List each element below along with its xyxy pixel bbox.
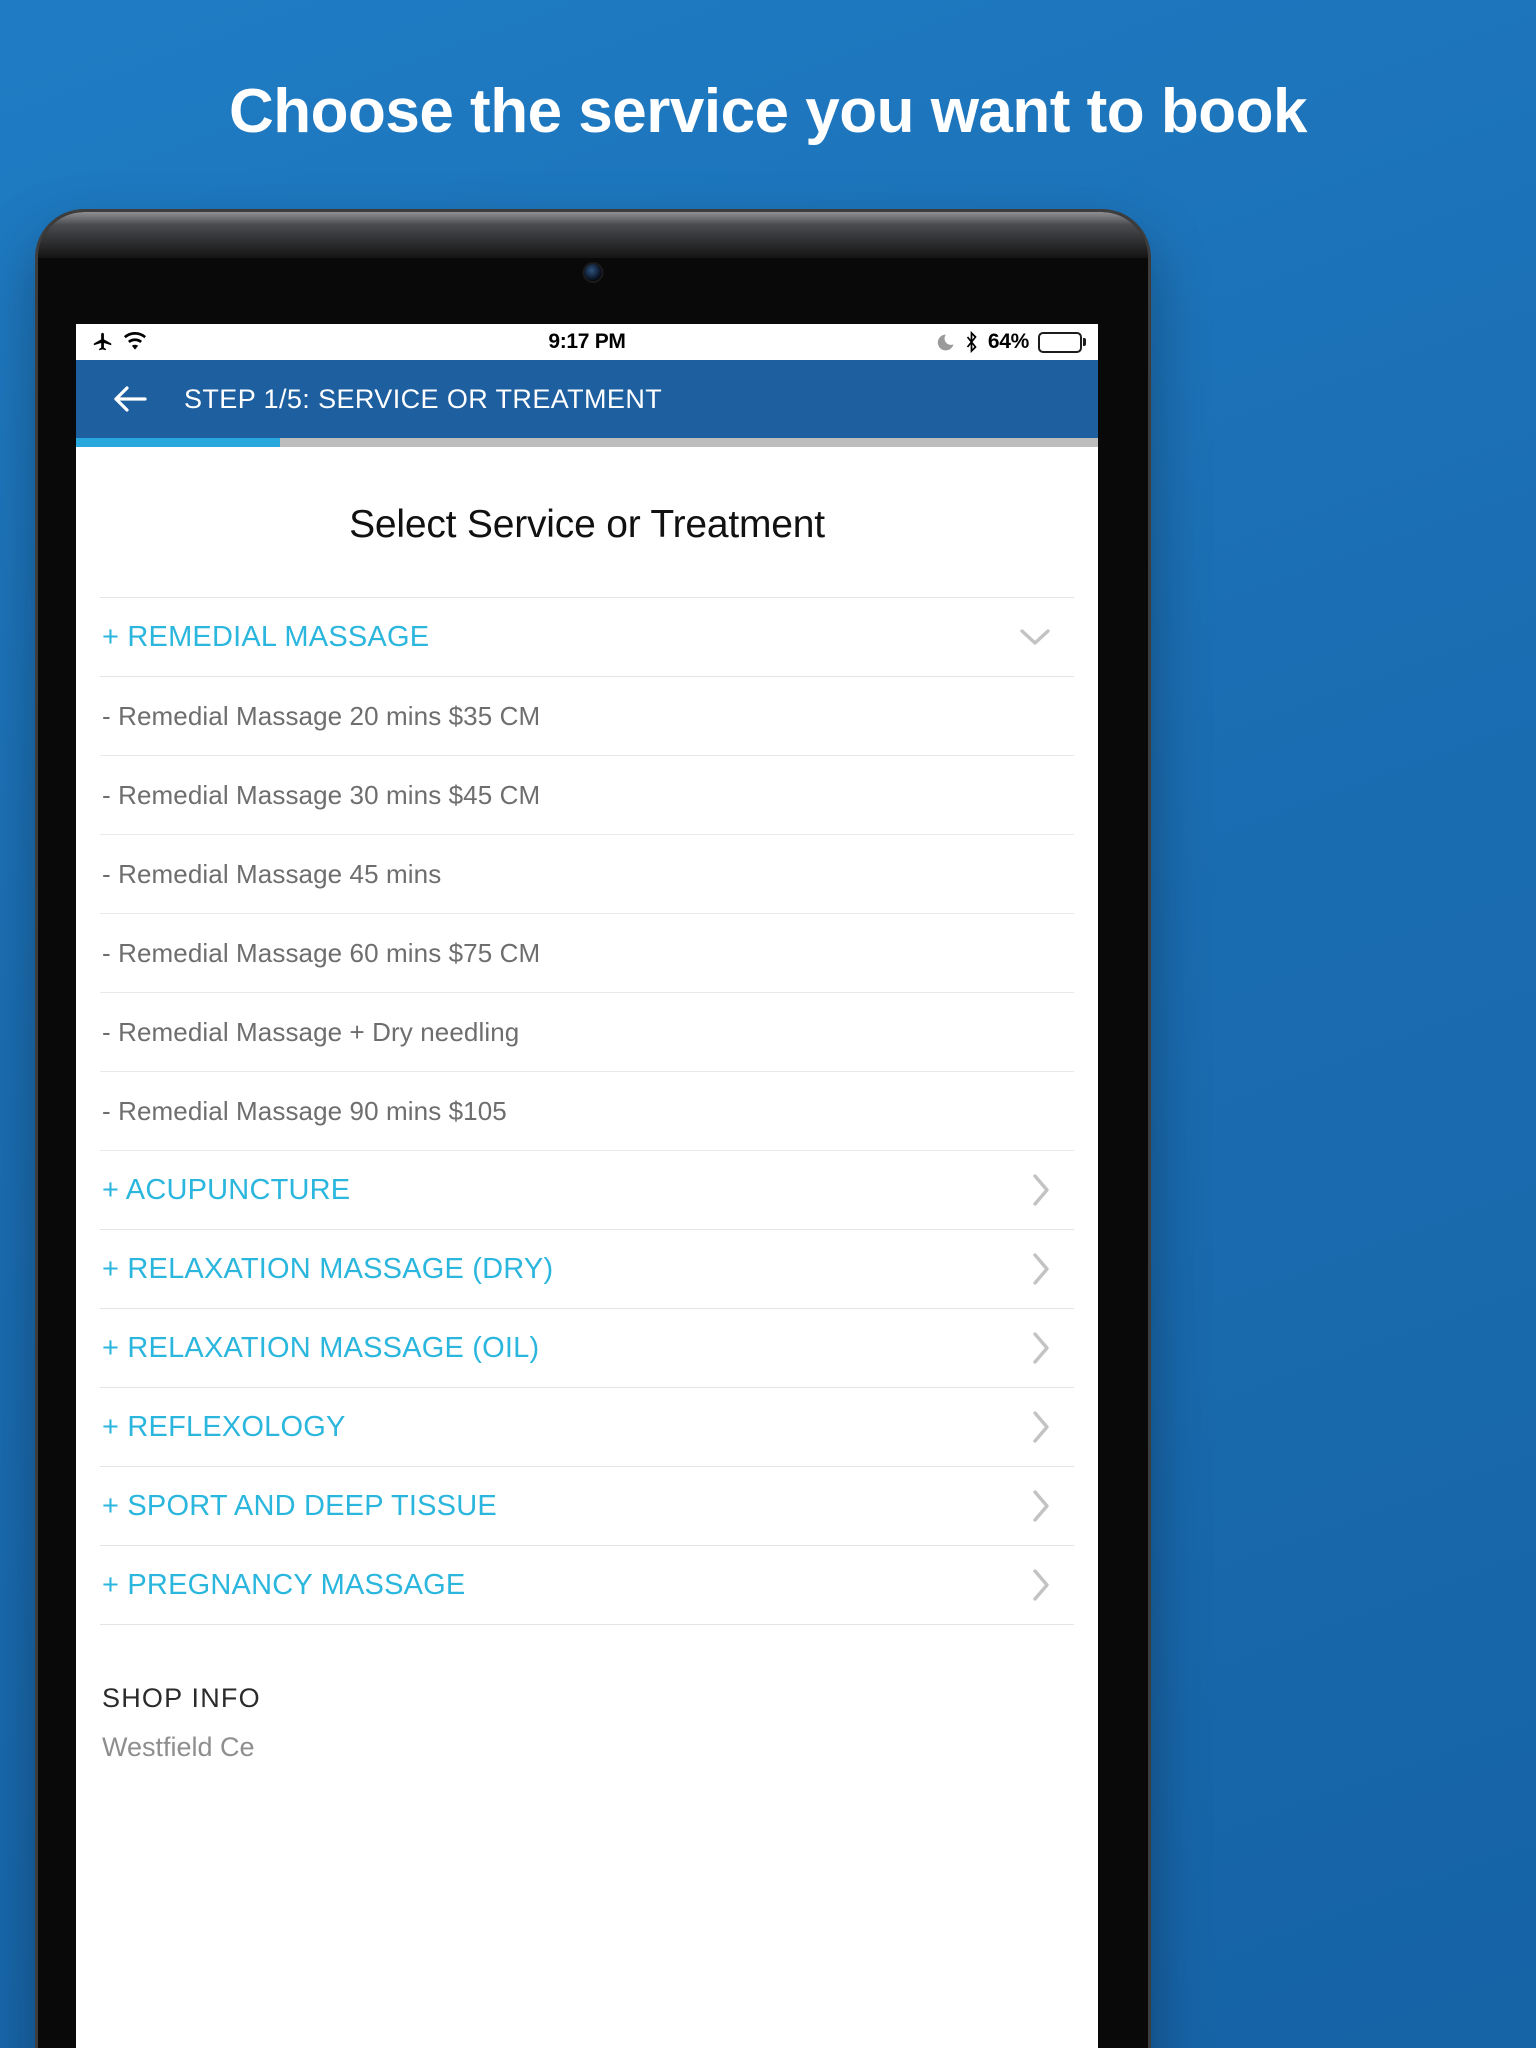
- service-option-item[interactable]: - Remedial Massage 20 mins $35 CM: [100, 677, 1074, 756]
- service-category-header[interactable]: + REFLEXOLOGY: [100, 1388, 1074, 1467]
- service-category-label: + SPORT AND DEEP TISSUE: [102, 1489, 497, 1522]
- battery-percent-label: 64%: [987, 330, 1029, 353]
- chevron-right-icon[interactable]: [1030, 1173, 1052, 1207]
- service-category-label: + REMEDIAL MASSAGE: [102, 620, 430, 653]
- promo-headline: Choose the service you want to book: [228, 77, 1308, 146]
- wifi-icon: [123, 332, 147, 352]
- service-option-item[interactable]: - Remedial Massage 45 mins: [100, 835, 1074, 914]
- chevron-right-icon[interactable]: [1030, 1410, 1052, 1444]
- service-category-header[interactable]: + SPORT AND DEEP TISSUE: [100, 1467, 1074, 1546]
- status-bar-left: [92, 331, 147, 353]
- page-step-title: STEP 1/5: SERVICE OR TREATMENT: [184, 383, 663, 414]
- service-category-header[interactable]: + ACUPUNCTURE: [100, 1151, 1074, 1230]
- back-button[interactable]: [106, 375, 154, 423]
- service-option-item[interactable]: - Remedial Massage + Dry needling: [100, 993, 1074, 1072]
- page-title: Select Service or Treatment: [349, 503, 825, 546]
- chevron-right-icon[interactable]: [1030, 1568, 1052, 1602]
- service-category-label: + REFLEXOLOGY: [102, 1410, 346, 1443]
- promo-stage: Choose the service you want to book 9:17…: [0, 0, 1536, 2048]
- service-accordion-list: + REMEDIAL MASSAGE - Remedial Massage 20 …: [100, 597, 1074, 1625]
- service-category-header[interactable]: + RELAXATION MASSAGE (DRY): [100, 1230, 1074, 1309]
- service-category-label: + ACUPUNCTURE: [102, 1173, 351, 1206]
- chevron-down-icon[interactable]: [1018, 626, 1052, 648]
- back-arrow-icon: [111, 384, 149, 414]
- service-category-label: + RELAXATION MASSAGE (DRY): [102, 1252, 554, 1285]
- shop-info-section: SHOP INFO Westfield Ce: [100, 1625, 1074, 1763]
- step-progress-bar: [76, 438, 1098, 447]
- bluetooth-icon: [964, 331, 979, 353]
- shop-info-address: Westfield Ce: [102, 1732, 255, 1762]
- service-category-label: + RELAXATION MASSAGE (OIL): [102, 1331, 540, 1364]
- service-option-item[interactable]: - Remedial Massage 60 mins $75 CM: [100, 914, 1074, 993]
- front-camera-icon: [584, 264, 602, 281]
- content-scroll-area[interactable]: Select Service or Treatment + REMEDIAL M…: [76, 447, 1098, 2048]
- service-option-item[interactable]: - Remedial Massage 90 mins $105: [100, 1072, 1074, 1151]
- do-not-disturb-moon-icon: [936, 333, 955, 352]
- tablet-device-frame: 9:17 PM 64% STEP 1/5: SERVICE OR TREATME…: [38, 212, 1148, 2048]
- step-progress-fill: [76, 438, 281, 447]
- battery-icon: [1038, 331, 1082, 353]
- chevron-right-icon[interactable]: [1030, 1489, 1052, 1523]
- device-screen: 9:17 PM 64% STEP 1/5: SERVICE OR TREATME…: [76, 324, 1098, 2048]
- ios-status-bar: 9:17 PM 64%: [76, 324, 1098, 360]
- airplane-mode-icon: [92, 331, 114, 353]
- chevron-right-icon[interactable]: [1030, 1252, 1052, 1286]
- chevron-right-icon[interactable]: [1030, 1331, 1052, 1365]
- service-category-header[interactable]: + RELAXATION MASSAGE (OIL): [100, 1309, 1074, 1388]
- service-category-label: + PREGNANCY MASSAGE: [102, 1568, 466, 1601]
- service-option-item[interactable]: - Remedial Massage 30 mins $45 CM: [100, 756, 1074, 835]
- service-category-header[interactable]: + PREGNANCY MASSAGE: [100, 1546, 1074, 1625]
- app-navigation-bar: STEP 1/5: SERVICE OR TREATMENT: [76, 360, 1098, 438]
- status-bar-right: 64%: [936, 330, 1082, 354]
- shop-info-heading: SHOP INFO: [102, 1683, 261, 1713]
- service-category-header[interactable]: + REMEDIAL MASSAGE: [100, 598, 1074, 677]
